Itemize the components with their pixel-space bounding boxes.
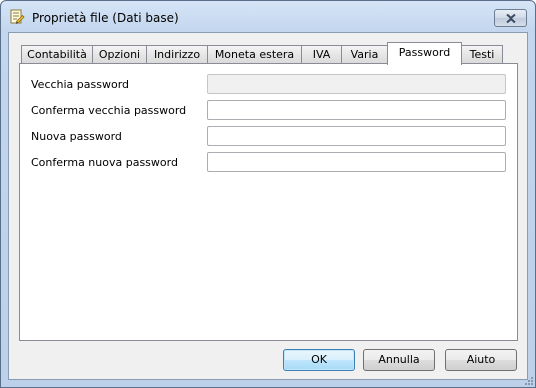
confirm-new-password-field[interactable] (207, 152, 506, 172)
dialog-window: Proprietà file (Dati base) Contabilità O… (0, 0, 536, 388)
window-title: Proprietà file (Dati base) (32, 11, 179, 25)
dialog-client-area: Contabilità Opzioni Indirizzo Moneta est… (8, 32, 528, 380)
tab-indirizzo[interactable]: Indirizzo (146, 45, 208, 63)
tab-moneta-estera[interactable]: Moneta estera (207, 45, 302, 63)
help-button[interactable]: Aiuto (445, 349, 517, 371)
tab-password[interactable]: Password (387, 42, 462, 65)
new-password-field[interactable] (207, 126, 506, 146)
old-password-label: Vecchia password (31, 78, 130, 91)
tab-testi[interactable]: Testi (461, 45, 503, 63)
file-properties-icon (9, 9, 25, 25)
tab-contabilita[interactable]: Contabilità (21, 45, 93, 63)
resize-grip-icon[interactable] (524, 376, 534, 386)
confirm-old-password-label: Conferma vecchia password (31, 104, 187, 117)
confirm-old-password-field[interactable] (207, 100, 506, 120)
tab-varia[interactable]: Varia (341, 45, 388, 63)
title-bar[interactable]: Proprietà file (Dati base) (1, 1, 535, 33)
old-password-field (207, 74, 506, 94)
cancel-button[interactable]: Annulla (363, 349, 435, 371)
close-icon (506, 14, 516, 23)
new-password-label: Nuova password (31, 130, 122, 143)
close-button[interactable] (494, 9, 527, 27)
password-tab-panel: Vecchia password Conferma vecchia passwo… (19, 63, 518, 341)
confirm-new-password-label: Conferma nuova password (31, 156, 178, 169)
tab-iva[interactable]: IVA (301, 45, 342, 63)
ok-button[interactable]: OK (283, 349, 355, 371)
tab-opzioni[interactable]: Opzioni (92, 45, 147, 63)
